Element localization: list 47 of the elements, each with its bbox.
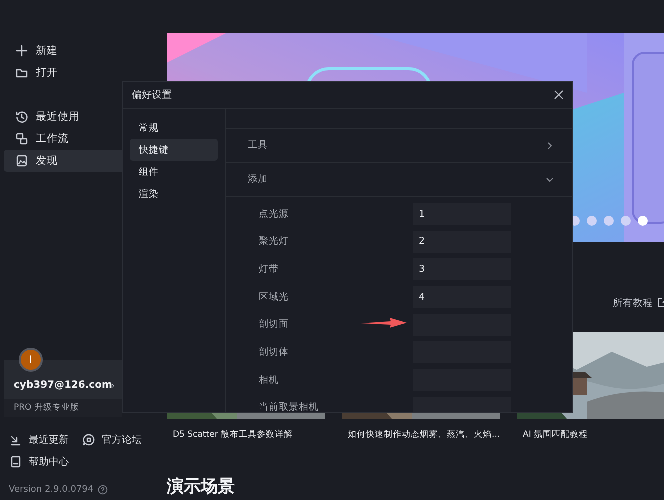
shortcut-field[interactable]: 3 (413, 258, 511, 280)
section-header[interactable]: 工具 (226, 129, 572, 163)
image-icon (16, 155, 28, 167)
chevron-down-icon (546, 176, 554, 184)
chat-icon (83, 434, 95, 446)
shortcut-label: 当前取景相机 (259, 402, 319, 412)
help-icon (98, 485, 108, 495)
section-heading: 演示场景 (167, 476, 236, 498)
settings-tab[interactable]: 快捷键 (130, 139, 218, 161)
download-icon (10, 434, 22, 446)
shortcut-label: 区域光 (259, 292, 289, 303)
shortcut-field[interactable] (413, 396, 511, 412)
plus-icon (16, 45, 28, 57)
workflow-icon (16, 133, 28, 145)
section-header[interactable]: 添加 (226, 163, 572, 197)
footer-link[interactable]: 最近更新 (29, 433, 69, 447)
shortcut-label: 剖切面 (259, 319, 289, 330)
shortcut-field[interactable]: 2 (413, 230, 511, 253)
folder-icon (16, 67, 28, 79)
tutorial-title[interactable]: D5 Scatter 散布工具参数详解 (167, 429, 325, 441)
chevron-right-icon (546, 142, 554, 150)
shortcut-label: 剖切体 (259, 346, 289, 358)
shortcut-label: 聚光灯 (259, 236, 289, 248)
settings-tab[interactable]: 常规 (130, 117, 218, 139)
shortcut-label: 点光源 (259, 208, 289, 220)
footer-link[interactable]: 官方论坛 (102, 433, 142, 447)
version-label: Version 2.9.0.0794 (9, 485, 94, 495)
settings-tab[interactable]: 渲染 (130, 183, 218, 205)
footer-link[interactable]: 帮助中心 (29, 455, 69, 469)
close-button[interactable] (552, 88, 566, 102)
menu-item[interactable]: 打开 (36, 66, 58, 80)
clock-icon (16, 111, 28, 123)
all-tutorials-link[interactable]: 所有教程 (613, 296, 653, 310)
book-icon (10, 456, 22, 468)
shortcut-field[interactable]: 4 (413, 286, 511, 308)
shortcut-label: 相机 (259, 374, 279, 386)
menu-item[interactable]: 新建 (36, 44, 58, 58)
shortcut-field[interactable]: 1 (413, 203, 511, 225)
tutorial-title[interactable]: AI 氛围匹配教程 (517, 429, 664, 441)
chevron-right-icon (112, 382, 115, 390)
avatar[interactable]: I (19, 348, 43, 372)
shortcut-label: 灯带 (259, 264, 279, 275)
account-card[interactable]: cyb397@126.com (4, 360, 122, 399)
dialog-title: 偏好设置 (132, 88, 172, 102)
account-email: cyb397@126.com (14, 380, 112, 391)
upgrade-link[interactable]: PRO 升级专业版 (4, 399, 122, 417)
tutorial-title[interactable]: 如何快速制作动态烟雾、蒸汽、火焰... (342, 429, 500, 441)
